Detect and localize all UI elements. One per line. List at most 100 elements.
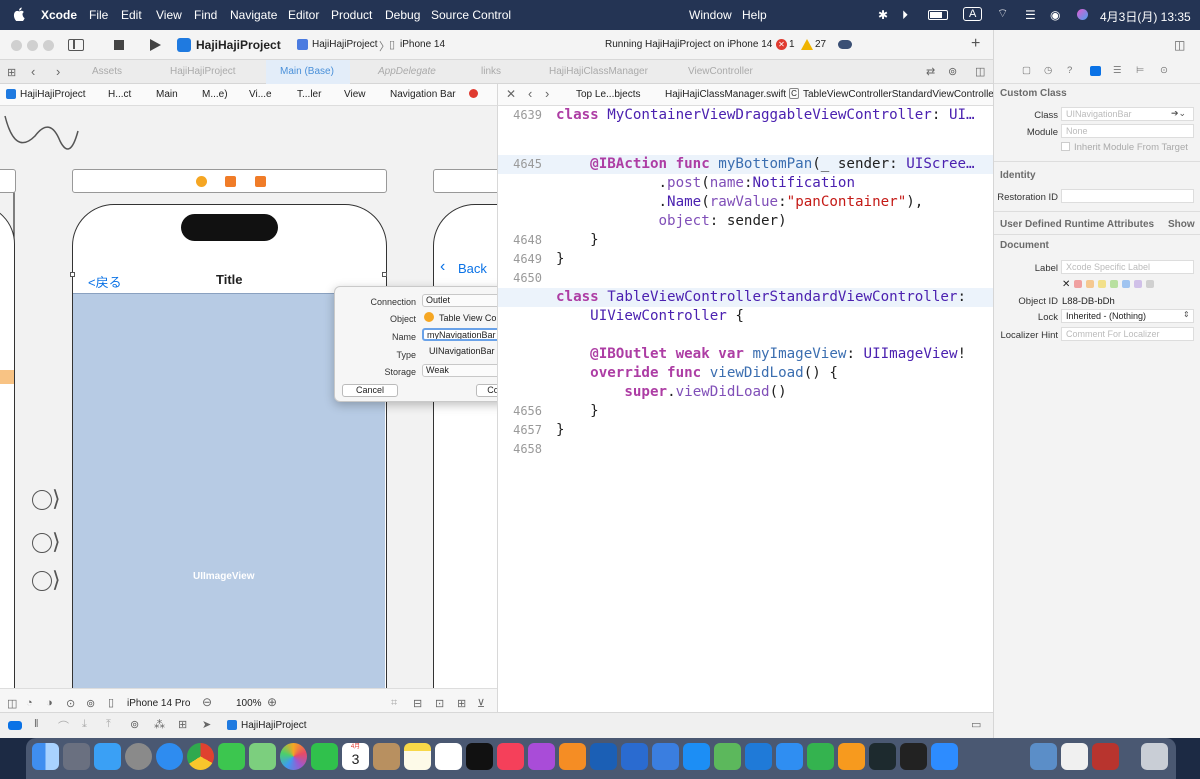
color-swatch-red[interactable] (1074, 280, 1082, 288)
messages-icon[interactable] (218, 743, 245, 770)
jump-item-view[interactable]: View (344, 89, 366, 100)
photos-icon[interactable] (280, 743, 307, 770)
vscode-icon[interactable] (745, 743, 772, 770)
right-back-button[interactable]: Back (458, 261, 487, 276)
keynote-icon[interactable] (776, 743, 803, 770)
nav-back-button[interactable]: <戻る (88, 272, 122, 291)
module-input[interactable]: None (1061, 124, 1194, 138)
jump-item-top-level[interactable]: Top Le...bjects (576, 89, 640, 100)
embed-icon[interactable]: ⊻ (477, 697, 485, 710)
code-line[interactable] (498, 326, 993, 345)
restoration-id-input[interactable] (1061, 189, 1194, 203)
update-frames-icon[interactable]: ⌗ (391, 697, 397, 710)
jump-item-scene[interactable]: Vi...e (249, 89, 272, 100)
back-arrow-icon[interactable]: ‹ (31, 64, 35, 79)
tab-hajihajiclassmanager[interactable]: HajiHajiClassManager (549, 60, 648, 84)
lock-select[interactable]: Inherited - (Nothing) (1061, 309, 1194, 323)
jump-item-folder[interactable]: H...ct (108, 89, 131, 100)
jump-item-main[interactable]: Main (156, 89, 178, 100)
pages-icon[interactable] (838, 743, 865, 770)
zoom-level[interactable]: 100% (236, 698, 262, 709)
editor-back-icon[interactable]: ‹ (528, 86, 532, 101)
view-hierarchy-icon[interactable]: ⊚ (130, 718, 139, 731)
menu-view[interactable]: View (156, 8, 182, 22)
menu-edit[interactable]: Edit (121, 8, 142, 22)
align-icon[interactable]: ⊟ (413, 697, 422, 710)
zoom-in-icon[interactable]: ⊕ (267, 695, 277, 709)
code-line[interactable]: class TableViewControllerStandardViewCon… (498, 288, 993, 307)
apple-icon[interactable] (13, 7, 25, 22)
menubar-clock[interactable]: 4月3日(月) 13:35 (1100, 8, 1191, 25)
no-color-icon[interactable]: ✕ (1062, 279, 1070, 290)
file-inspector-icon[interactable]: ▢ (1022, 65, 1031, 76)
editor-forward-icon[interactable]: › (545, 86, 549, 101)
terminal-icon[interactable] (900, 743, 927, 770)
menu-source-control[interactable]: Source Control (431, 8, 511, 22)
udra-show-button[interactable]: Show (1168, 219, 1195, 230)
system-settings-icon[interactable] (125, 743, 152, 770)
mail-icon[interactable] (94, 743, 121, 770)
code-line[interactable]: 4648 } (498, 231, 993, 250)
error-count[interactable]: 1 (789, 39, 795, 50)
history-inspector-icon[interactable]: ◷ (1044, 65, 1052, 76)
code-line[interactable]: override func viewDidLoad() { (498, 364, 993, 383)
podcasts-icon[interactable] (528, 743, 555, 770)
split-icon[interactable]: ◫ (1174, 38, 1185, 52)
menu-help[interactable]: Help (742, 8, 767, 22)
preview-icon[interactable] (1030, 743, 1057, 770)
books-icon[interactable] (559, 743, 586, 770)
activity-monitor-icon[interactable] (869, 743, 896, 770)
code-line[interactable]: 4657} (498, 421, 993, 440)
appearance-icon[interactable]: ◔ (26, 697, 33, 709)
menu-window[interactable]: Window (689, 8, 732, 22)
tv-icon[interactable] (466, 743, 493, 770)
menu-find[interactable]: Find (194, 8, 217, 22)
color-swatch-orange[interactable] (1086, 280, 1094, 288)
minimize-window-button[interactable] (27, 40, 38, 51)
dynamic-type-icon[interactable]: ⊚ (86, 697, 95, 710)
run-icon[interactable] (150, 39, 161, 51)
wifi-icon[interactable]: ⌔ (997, 6, 1008, 21)
color-swatch-green[interactable] (1110, 280, 1118, 288)
menu-xcode[interactable]: Xcode (41, 8, 77, 22)
numbers-icon[interactable] (807, 743, 834, 770)
code-line[interactable]: @IBOutlet weak var myImageView: UIImageV… (498, 345, 993, 364)
menu-file[interactable]: File (89, 8, 108, 22)
localizer-hint-input[interactable]: Comment For Localizer (1061, 327, 1194, 341)
menu-product[interactable]: Product (331, 8, 372, 22)
scene-dock[interactable] (72, 169, 387, 193)
attributes-inspector-icon[interactable]: ☰ (1113, 65, 1122, 76)
code-line[interactable]: UIViewController { (498, 307, 993, 326)
zoom-window-button[interactable] (43, 40, 54, 51)
device-selector[interactable]: iPhone 14 (400, 39, 445, 50)
view-controller-icon[interactable] (196, 176, 207, 187)
segue-icon[interactable] (32, 533, 52, 553)
pin-icon[interactable]: ⊡ (435, 697, 444, 710)
stop-icon[interactable] (114, 40, 124, 50)
assistant-icon[interactable]: ⊚ (948, 65, 957, 78)
connections-inspector-icon[interactable]: ⊙ (1160, 65, 1168, 76)
tab-assets[interactable]: Assets (92, 60, 122, 84)
warning-icon[interactable] (801, 39, 813, 50)
tab-appdelegate[interactable]: AppDelegate (378, 60, 436, 84)
dictionary-icon[interactable] (1092, 743, 1119, 770)
battery-icon[interactable] (928, 10, 948, 20)
environment-icon[interactable]: ⊞ (178, 718, 187, 731)
tab-links[interactable]: links (481, 60, 501, 84)
quick-help-icon[interactable]: ? (1067, 65, 1072, 76)
location-icon[interactable]: ➤ (202, 718, 211, 731)
code-line[interactable]: .Name(rawValue:"panContainer"), (498, 193, 993, 212)
finder-icon[interactable] (32, 743, 59, 770)
segue-icon[interactable] (32, 571, 52, 591)
contrast-icon[interactable]: ◑ (46, 697, 53, 709)
jump-item-navigation-bar[interactable]: Navigation Bar (390, 89, 456, 100)
device-selector[interactable]: iPhone 14 Pro (127, 698, 190, 709)
menu-navigate[interactable]: Navigate (230, 8, 277, 22)
exit-icon[interactable] (255, 176, 266, 187)
trash-icon[interactable] (1141, 743, 1168, 770)
play-circle-icon[interactable]: ⏵ (902, 8, 908, 23)
sync-icon[interactable]: ⇄ (926, 65, 935, 78)
debug-target[interactable]: HajiHajiProject (241, 720, 307, 731)
notes-icon[interactable] (404, 743, 431, 770)
code-editor[interactable]: 4639 class MyContainerViewDraggableViewCo… (497, 106, 993, 718)
